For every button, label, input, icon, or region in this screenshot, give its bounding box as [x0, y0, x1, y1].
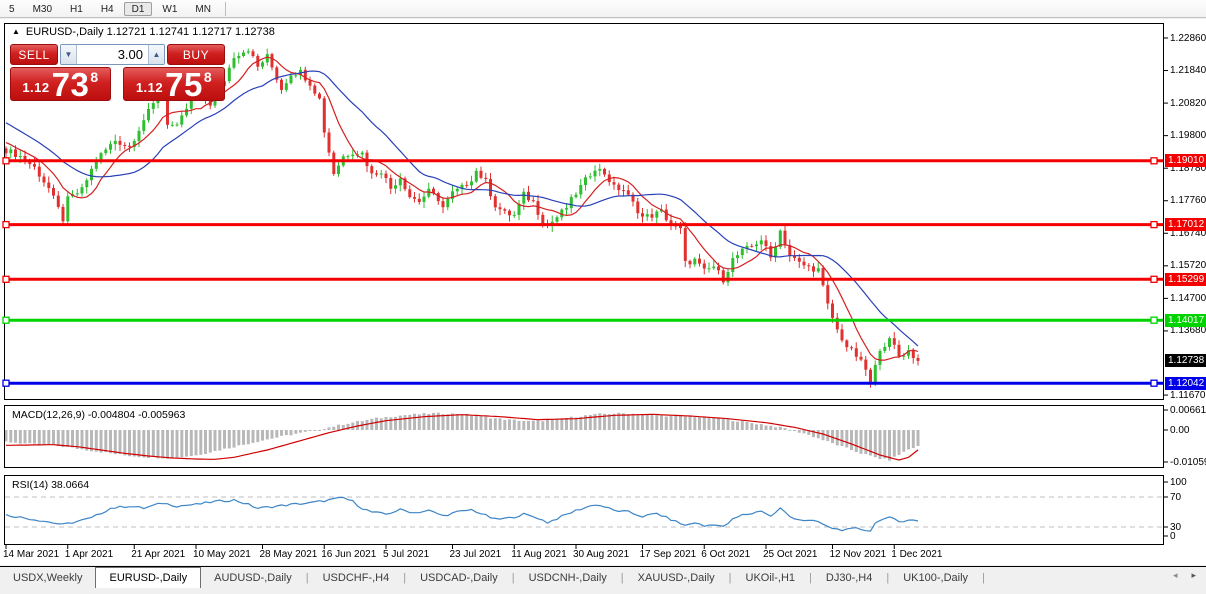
date-axis-label: 11 Aug 2021: [511, 549, 567, 560]
date-axis-label: 28 May 2021: [259, 549, 318, 560]
date-axis-label: 16 Jun 2021: [321, 549, 377, 560]
volume-stepper: ▼ ▲: [60, 44, 165, 65]
trade-buttons-row: SELL ▼ ▲ BUY: [10, 44, 225, 65]
tabbar-scroll-right-icon[interactable]: ▸: [1191, 570, 1196, 581]
date-axis-label: 25 Oct 2021: [763, 549, 818, 560]
chart-tab-usdcnh-daily[interactable]: USDCNH-,Daily: [516, 567, 620, 588]
price-axis-label: 1.11670: [1170, 389, 1206, 401]
current-price-badge: 1.12738: [1165, 354, 1206, 368]
volume-increase-button[interactable]: ▲: [148, 45, 164, 64]
tabbar-scroll-arrows: ◂ ▸: [1173, 570, 1196, 581]
macd-axis-label: 0.00: [1170, 424, 1190, 436]
date-axis-label: 6 Oct 2021: [701, 549, 751, 560]
volume-decrease-button[interactable]: ▼: [61, 45, 77, 64]
level-price-badge: 1.17012: [1165, 218, 1206, 232]
date-axis-label: 5 Jul 2021: [383, 549, 430, 560]
date-axis-label: 17 Sep 2021: [639, 549, 697, 560]
sell-price-display[interactable]: 1.12 73 8: [10, 67, 111, 101]
rsi-axis-label: 70: [1170, 491, 1182, 503]
ask-big-digits: 75: [165, 66, 203, 103]
timeframe-button-d1[interactable]: D1: [123, 1, 153, 16]
one-click-trading-panel: SELL ▼ ▲ BUY 1.12 73 8 1.12 75 8: [10, 44, 225, 101]
buy-button[interactable]: BUY: [167, 44, 225, 65]
price-axis-label: 1.13680: [1170, 325, 1206, 337]
date-axis-label: 14 Mar 2021: [3, 549, 60, 560]
chart-tab-usdcad-daily[interactable]: USDCAD-,Daily: [407, 567, 511, 588]
level-price-badge: 1.12042: [1165, 376, 1206, 390]
date-axis-label: 21 Apr 2021: [131, 549, 186, 560]
price-axis-label: 1.14700: [1170, 292, 1206, 304]
sell-button[interactable]: SELL: [10, 44, 58, 65]
date-axis-label: 10 May 2021: [193, 549, 251, 560]
toolbar-separator: [224, 1, 226, 16]
date-axis-label: 23 Jul 2021: [449, 549, 502, 560]
rsi-axis-label: 0: [1170, 530, 1176, 542]
level-price-badge: 1.14017: [1165, 313, 1206, 327]
ask-pip-digit: 8: [203, 69, 213, 85]
timeframe-button-w1[interactable]: W1: [154, 2, 185, 16]
price-axis-label: 1.19800: [1170, 130, 1206, 142]
trade-prices-row: 1.12 73 8 1.12 75 8: [10, 67, 225, 101]
triangle-down-icon: ▼: [64, 50, 73, 59]
chart-tab-usdx-weekly[interactable]: USDX,Weekly: [0, 567, 95, 588]
timeframe-button-h1[interactable]: H1: [62, 2, 91, 16]
chart-title-bar: ▲ EURUSD-,Daily 1.12721 1.12741 1.12717 …: [12, 26, 275, 38]
date-axis-label: 12 Nov 2021: [829, 549, 887, 560]
level-price-badge: 1.19010: [1165, 154, 1206, 168]
mt4-window: 5 M30 H1 H4 D1 W1 MN ▲ EURUSD-,Daily 1.12721 1…: [0, 0, 1206, 594]
timeframe-button-mn[interactable]: MN: [187, 2, 219, 16]
triangle-up-icon: ▲: [152, 50, 161, 59]
chart-tab-dj30-h4[interactable]: DJ30-,H4: [813, 567, 885, 588]
chart-tab-xauusd-daily[interactable]: XAUUSD-,Daily: [625, 567, 728, 588]
bid-big-digits: 73: [51, 66, 90, 103]
timeframe-button-m30[interactable]: M30: [25, 2, 60, 16]
macd-indicator-label: MACD(12,26,9) -0.004804 -0.005963: [12, 409, 186, 421]
price-axis-label: 1.17760: [1170, 195, 1206, 207]
macd-axis-label: 0.006611: [1170, 404, 1206, 416]
rsi-panel[interactable]: [4, 475, 1164, 545]
chart-ohlc-title: EURUSD-,Daily 1.12721 1.12741 1.12717 1.…: [25, 26, 275, 38]
buy-price-display[interactable]: 1.12 75 8: [123, 67, 225, 101]
tabbar-scroll-left-icon[interactable]: ◂: [1173, 570, 1178, 581]
timeframe-button-5[interactable]: 5: [1, 2, 23, 16]
chart-tab-uk100-daily[interactable]: UK100-,Daily: [890, 567, 981, 588]
price-axis-label: 1.21840: [1170, 65, 1206, 77]
chart-tab-eurusd-daily[interactable]: EURUSD-,Daily: [95, 567, 202, 588]
date-axis-label: 30 Aug 2021: [573, 549, 630, 560]
chart-tab-usdchf-h4[interactable]: USDCHF-,H4: [310, 567, 403, 588]
chart-tab-ukoil-h1[interactable]: UKOil-,H1: [733, 567, 809, 588]
bottom-strip: [0, 588, 1206, 594]
rsi-indicator-label: RSI(14) 38.0664: [12, 479, 90, 491]
date-axis-label: 1 Apr 2021: [64, 549, 114, 560]
timeframe-toolbar: 5 M30 H1 H4 D1 W1 MN: [0, 0, 1206, 18]
bid-prefix: 1.12: [22, 80, 50, 95]
price-axis-label: 1.22860: [1170, 32, 1206, 44]
price-axis-label: 1.15720: [1170, 260, 1206, 272]
rsi-axis-label: 100: [1170, 476, 1187, 488]
tab-separator: |: [982, 571, 985, 584]
chart-tab-audusd-daily[interactable]: AUDUSD-,Daily: [201, 567, 305, 588]
chart-tabbar: USDX,Weekly EURUSD-,Daily AUDUSD-,Daily | US…: [0, 566, 1206, 588]
level-price-badge: 1.15299: [1165, 272, 1206, 286]
ask-prefix: 1.12: [135, 80, 164, 95]
date-axis-label: 1 Dec 2021: [891, 549, 943, 560]
price-axis-label: 1.20820: [1170, 97, 1206, 109]
volume-input[interactable]: [77, 45, 148, 64]
collapse-chart-icon[interactable]: ▲: [12, 28, 20, 36]
bid-pip-digit: 8: [90, 69, 99, 85]
timeframe-button-h4[interactable]: H4: [93, 2, 122, 16]
macd-axis-label: -0.010594: [1170, 456, 1206, 468]
